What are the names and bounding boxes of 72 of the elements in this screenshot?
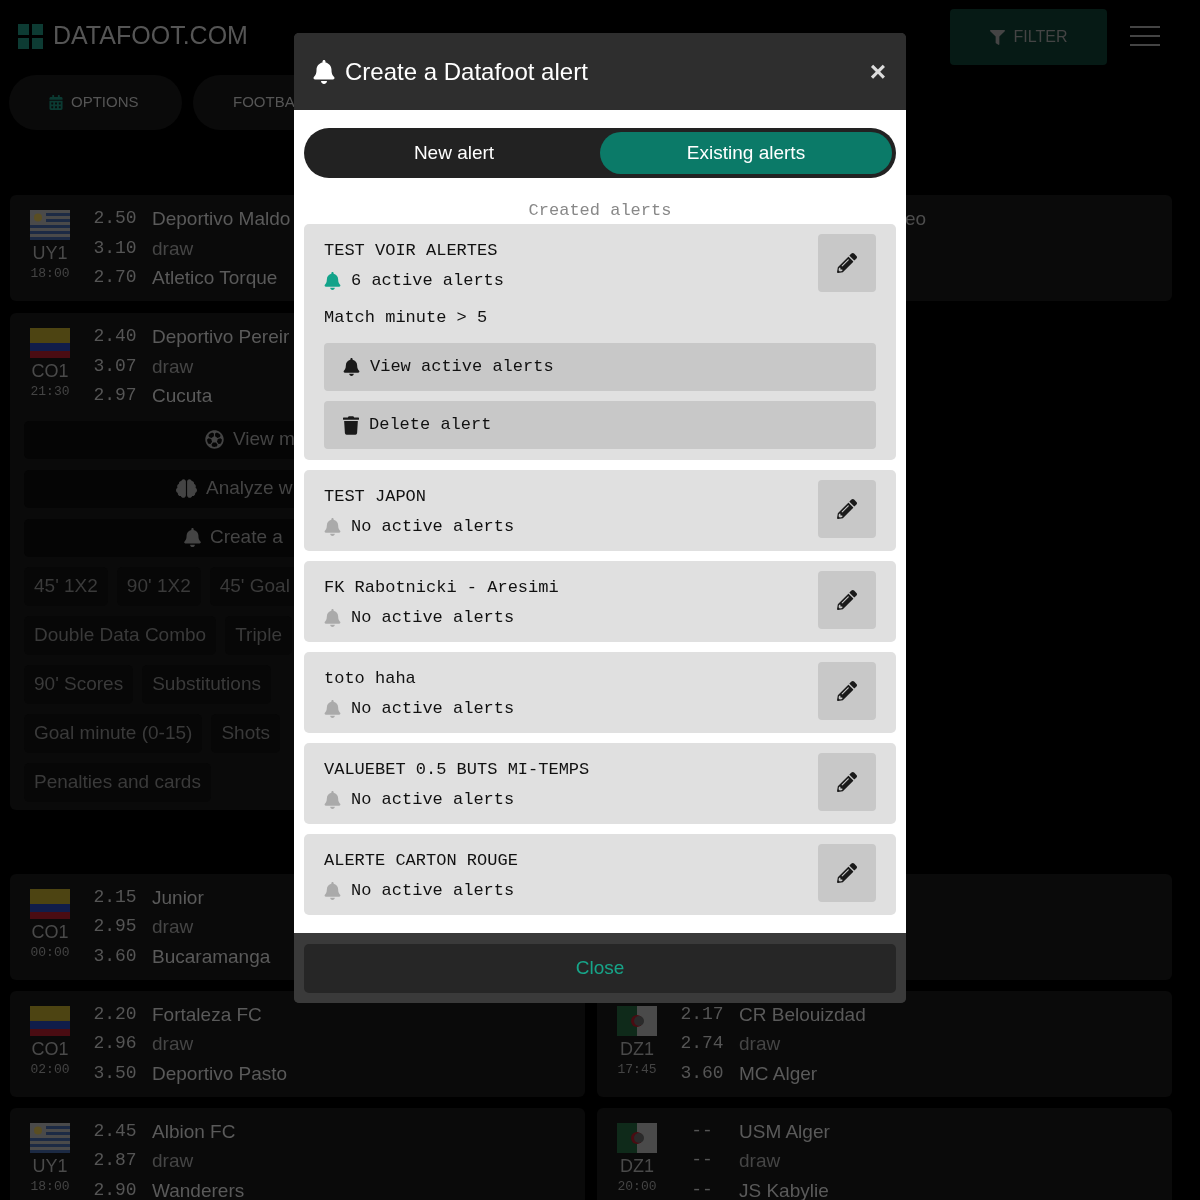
alert-condition: Match minute > 5 bbox=[324, 307, 489, 329]
odds-value: 2.40 bbox=[93, 325, 137, 348]
odds-value: 2.20 bbox=[93, 1002, 137, 1026]
draw-label: draw bbox=[739, 1149, 782, 1173]
match-time: 00:00 bbox=[30, 943, 70, 962]
draw-label: draw bbox=[152, 915, 195, 939]
odds-value: -- bbox=[691, 1178, 713, 1200]
draw-label: draw bbox=[152, 1032, 195, 1056]
league-code: CO1 bbox=[31, 1037, 69, 1061]
alert-status: No active alerts bbox=[351, 879, 515, 902]
odds-value: 2.90 bbox=[93, 1178, 137, 1200]
team-name: Bucaramanga bbox=[152, 944, 271, 969]
alert-status: No active alerts bbox=[351, 606, 515, 629]
odds-value: 3.10 bbox=[93, 236, 137, 260]
odds-value: 2.87 bbox=[93, 1149, 137, 1172]
alert-name: toto haha bbox=[324, 668, 417, 690]
alert-name: TEST VOIR ALERTES bbox=[324, 240, 499, 262]
match-time: 20:00 bbox=[617, 1177, 657, 1196]
odds-value: 2.95 bbox=[93, 915, 137, 938]
draw-label: draw bbox=[739, 1032, 782, 1056]
match-time: 18:00 bbox=[30, 1177, 70, 1196]
alert-status: 6 active alerts bbox=[351, 269, 505, 292]
alert-status: No active alerts bbox=[351, 515, 515, 538]
team-name: Wanderers bbox=[152, 1178, 245, 1200]
team-name: USM Alger bbox=[739, 1119, 830, 1144]
team-name: CR Belouizdad bbox=[739, 1002, 866, 1027]
team-name: Cucuta bbox=[152, 384, 214, 408]
odds-value: 2.96 bbox=[93, 1032, 137, 1055]
match-time: 18:00 bbox=[30, 265, 70, 283]
match-time: 21:30 bbox=[30, 383, 70, 401]
team-name: Deportivo Maldo bbox=[152, 207, 291, 231]
odds-value: 3.60 bbox=[680, 1061, 724, 1085]
team-name: Deportivo Pereir bbox=[152, 325, 290, 349]
team-name: Atletico Torque bbox=[152, 266, 279, 290]
team-name: Fortaleza FC bbox=[152, 1002, 263, 1027]
team-name: JS Kabylie bbox=[739, 1178, 830, 1200]
league-code: CO1 bbox=[31, 920, 69, 944]
match-time: 02:00 bbox=[30, 1060, 70, 1079]
team-name: Albion FC bbox=[152, 1119, 237, 1144]
team-name: Deportivo Pasto bbox=[152, 1061, 288, 1086]
odds-value: 3.60 bbox=[93, 944, 137, 968]
league-code: DZ1 bbox=[620, 1154, 654, 1178]
odds-value: 2.45 bbox=[93, 1119, 137, 1143]
odds-value: 2.74 bbox=[680, 1032, 724, 1055]
team-name: eo bbox=[905, 207, 928, 231]
draw-label: draw bbox=[152, 354, 195, 379]
draw-label: draw bbox=[152, 236, 195, 261]
odds-value: -- bbox=[691, 1119, 713, 1143]
alert-name: TEST JAPON bbox=[324, 486, 428, 508]
odds-value: -- bbox=[691, 1149, 713, 1172]
section-title: Created alerts bbox=[527, 200, 673, 222]
odds-value: 2.70 bbox=[93, 266, 137, 289]
league-code: DZ1 bbox=[620, 1037, 654, 1061]
alert-name: VALUEBET 0.5 BUTS MI-TEMPS bbox=[324, 759, 591, 781]
alert-name: FK Rabotnicki - Aresimi bbox=[324, 577, 560, 599]
draw-label: draw bbox=[152, 1149, 195, 1173]
site-logo: DATAFOOT.COM bbox=[53, 20, 248, 52]
league-code: UY1 bbox=[32, 1154, 68, 1178]
match-time: 17:45 bbox=[617, 1060, 657, 1079]
alert-status: No active alerts bbox=[351, 697, 515, 720]
odds-value: 2.97 bbox=[93, 384, 137, 407]
odds-value: 3.07 bbox=[93, 354, 137, 378]
odds-value: 3.50 bbox=[93, 1061, 137, 1085]
alert-name: ALERTE CARTON ROUGE bbox=[324, 850, 519, 872]
team-name: Junior bbox=[152, 885, 205, 910]
odds-value: 2.15 bbox=[93, 885, 137, 909]
team-name: MC Alger bbox=[739, 1061, 819, 1086]
league-code: CO1 bbox=[31, 360, 69, 383]
odds-value: 2.50 bbox=[93, 207, 137, 230]
odds-value: 2.17 bbox=[680, 1002, 724, 1026]
league-code: UY1 bbox=[32, 242, 68, 265]
alert-status: No active alerts bbox=[351, 788, 515, 811]
